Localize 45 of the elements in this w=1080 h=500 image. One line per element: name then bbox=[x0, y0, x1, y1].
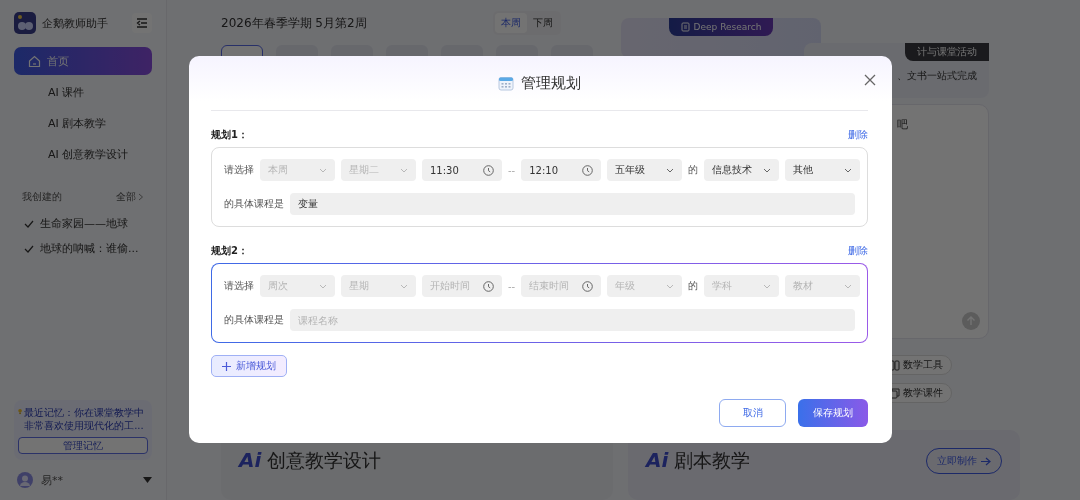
dropdown-field[interactable]: 其他 bbox=[785, 159, 861, 181]
ai-logo: Ai bbox=[239, 448, 262, 472]
course-label: 的具体课程是 bbox=[224, 313, 284, 327]
activity-tab: 计与课堂活动 bbox=[905, 43, 989, 61]
research-label: Deep Research bbox=[693, 22, 762, 32]
delete-link[interactable]: 删除 bbox=[848, 128, 868, 142]
save-plan-button[interactable]: 保存规划 bbox=[798, 399, 868, 427]
plan-label: 规划2： bbox=[211, 244, 248, 258]
research-card[interactable]: Deep Research bbox=[621, 18, 821, 58]
of-label: 的 bbox=[688, 279, 699, 293]
nav-item[interactable]: AI 创意教学设计 bbox=[14, 140, 152, 168]
view-all-link[interactable]: 全部 bbox=[116, 190, 144, 204]
plan-label: 规划1： bbox=[211, 128, 248, 142]
time-picker[interactable]: 11:30 bbox=[422, 159, 502, 181]
time-picker[interactable]: 12:10 bbox=[521, 159, 602, 181]
dropdown-field[interactable]: 信息技术 bbox=[704, 159, 780, 181]
dialog-title: 管理规划 bbox=[521, 73, 581, 93]
section-title: 我创建的 bbox=[22, 190, 62, 204]
chat-hint: 吧 bbox=[897, 118, 908, 131]
memory-text: 最近记忆：你在课堂教学中非常喜欢使用现代化的工... bbox=[24, 406, 146, 432]
manage-memory-button[interactable]: 管理记忆 bbox=[18, 437, 148, 454]
term-title: 2026年春季学期 5月第2周 bbox=[221, 14, 367, 32]
nav-item[interactable]: AI 课件 bbox=[14, 78, 152, 106]
select-prompt: 请选择 bbox=[224, 279, 254, 293]
feature-title: 剧本教学 bbox=[674, 448, 752, 473]
range-separator: -- bbox=[508, 164, 516, 176]
week-tab[interactable]: 下周 bbox=[527, 13, 559, 33]
feature-title: 创意教学设计 bbox=[267, 448, 383, 473]
user-name: 易** bbox=[41, 472, 64, 488]
app-name: 企鹅教师助手 bbox=[42, 15, 109, 31]
dropdown-field[interactable]: 五年级 bbox=[607, 159, 683, 181]
add-plan-button[interactable]: 新增规划 bbox=[211, 355, 287, 377]
nav-item[interactable]: 首页 bbox=[14, 47, 152, 75]
course-label: 的具体课程是 bbox=[224, 197, 284, 211]
select-prompt: 请选择 bbox=[224, 163, 254, 177]
range-separator: -- bbox=[508, 280, 516, 292]
of-label: 的 bbox=[688, 163, 699, 177]
cancel-button[interactable]: 取消 bbox=[719, 399, 786, 427]
created-item[interactable]: 地球的呐喊：谁偷... bbox=[40, 241, 139, 256]
course-input[interactable]: 变量 bbox=[290, 193, 855, 215]
ai-logo: Ai bbox=[646, 448, 669, 472]
nav-item[interactable]: AI 剧本教学 bbox=[14, 109, 152, 137]
created-item[interactable]: 生命家园——地球 bbox=[40, 216, 128, 231]
delete-link[interactable]: 删除 bbox=[848, 244, 868, 258]
week-tab[interactable]: 本周 bbox=[495, 13, 527, 33]
